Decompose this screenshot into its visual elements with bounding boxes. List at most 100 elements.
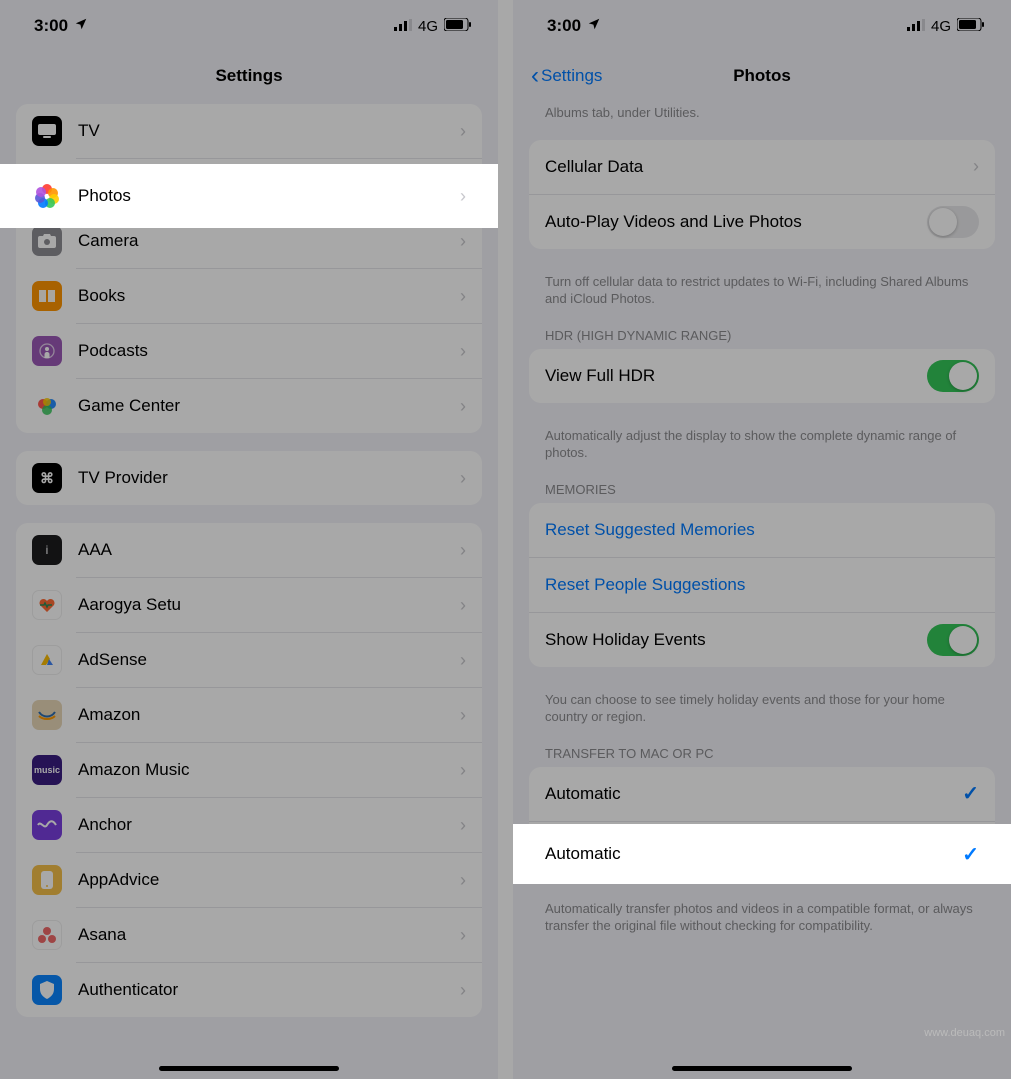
status-bar: 3:00 4G: [513, 0, 1011, 48]
settings-group-apps: i AAA › Aarogya Setu › AdSense ›: [16, 523, 482, 1017]
home-indicator[interactable]: [159, 1066, 339, 1071]
row-label: View Full HDR: [545, 366, 911, 386]
settings-row-authenticator[interactable]: Authenticator ›: [16, 963, 482, 1017]
page-title: Settings: [215, 66, 282, 86]
settings-row-tv-provider[interactable]: ⌘ TV Provider ›: [16, 451, 482, 505]
chevron-right-icon: ›: [460, 650, 466, 671]
chevron-right-icon: ›: [460, 286, 466, 307]
cellular-group: Cellular Data › Auto-Play Videos and Liv…: [529, 140, 995, 249]
row-label: Authenticator: [78, 980, 444, 1000]
row-holiday-events[interactable]: Show Holiday Events: [529, 613, 995, 667]
row-autoplay[interactable]: Auto-Play Videos and Live Photos: [529, 195, 995, 249]
home-indicator[interactable]: [672, 1066, 852, 1071]
row-label: TV: [78, 121, 444, 141]
settings-row-appadvice[interactable]: AppAdvice ›: [16, 853, 482, 907]
row-label: Camera: [78, 231, 444, 251]
chevron-right-icon: ›: [460, 760, 466, 781]
chevron-right-icon: ›: [460, 980, 466, 1001]
app-icon: [32, 645, 62, 675]
page-title: Photos: [733, 66, 791, 86]
settings-row-books[interactable]: Books ›: [16, 269, 482, 323]
back-button[interactable]: ‹ Settings: [531, 48, 602, 104]
memories-group: Reset Suggested Memories Reset People Su…: [529, 503, 995, 667]
section-header-hdr: HDR (HIGH DYNAMIC RANGE): [513, 328, 1011, 343]
settings-row-aaa[interactable]: i AAA ›: [16, 523, 482, 577]
books-icon: [32, 281, 62, 311]
status-time: 3:00: [34, 16, 68, 36]
chevron-right-icon: ›: [460, 705, 466, 726]
nav-bar: Settings: [0, 48, 498, 104]
row-label: Cellular Data: [545, 157, 957, 177]
row-cellular-data[interactable]: Cellular Data ›: [529, 140, 995, 194]
highlighted-automatic-row[interactable]: Automatic ✓: [513, 824, 1011, 884]
battery-icon: [444, 16, 472, 36]
app-icon: [32, 700, 62, 730]
section-footer: Turn off cellular data to restrict updat…: [513, 267, 1011, 308]
highlighted-photos-row[interactable]: Photos ›: [0, 164, 498, 228]
app-icon: music: [32, 755, 62, 785]
row-reset-people[interactable]: Reset People Suggestions: [529, 558, 995, 612]
section-header-memories: MEMORIES: [513, 482, 1011, 497]
network-label: 4G: [931, 18, 951, 35]
row-reset-suggested[interactable]: Reset Suggested Memories: [529, 503, 995, 557]
row-label: Books: [78, 286, 444, 306]
chevron-right-icon: ›: [460, 540, 466, 561]
section-footer: Albums tab, under Utilities.: [513, 104, 1011, 122]
row-label: Podcasts: [78, 341, 444, 361]
watermark: www.deuaq.com: [924, 1027, 1005, 1039]
settings-group-system: TV › Photos ›: [16, 104, 482, 433]
settings-row-asana[interactable]: Asana ›: [16, 908, 482, 962]
row-label: Automatic: [545, 784, 946, 804]
settings-row-anchor[interactable]: Anchor ›: [16, 798, 482, 852]
settings-row-adsense[interactable]: AdSense ›: [16, 633, 482, 687]
game-center-icon: [32, 391, 62, 421]
chevron-right-icon: ›: [460, 341, 466, 362]
tv-icon: [32, 116, 62, 146]
row-label: Asana: [78, 925, 444, 945]
battery-icon: [957, 16, 985, 36]
chevron-right-icon: ›: [460, 186, 466, 207]
nav-bar: ‹ Settings Photos: [513, 48, 1011, 104]
location-icon: [587, 16, 601, 36]
row-label: Automatic: [545, 844, 946, 864]
status-time: 3:00: [547, 16, 581, 36]
back-label: Settings: [541, 66, 602, 86]
chevron-right-icon: ›: [460, 595, 466, 616]
holiday-toggle[interactable]: [927, 624, 979, 656]
settings-row-podcasts[interactable]: Podcasts ›: [16, 324, 482, 378]
checkmark-icon: ✓: [962, 842, 979, 867]
app-icon: [32, 975, 62, 1005]
row-label: Reset Suggested Memories: [545, 520, 979, 540]
chevron-right-icon: ›: [973, 156, 979, 177]
row-label: Game Center: [78, 396, 444, 416]
right-screen: 3:00 4G ‹ Settings Photos A: [513, 0, 1011, 1079]
hdr-toggle[interactable]: [927, 360, 979, 392]
row-label: Reset People Suggestions: [545, 575, 979, 595]
chevron-right-icon: ›: [460, 815, 466, 836]
app-icon: [32, 590, 62, 620]
hdr-group: View Full HDR: [529, 349, 995, 403]
section-footer: You can choose to see timely holiday eve…: [513, 685, 1011, 726]
settings-row-aarogya[interactable]: Aarogya Setu ›: [16, 578, 482, 632]
podcasts-icon: [32, 336, 62, 366]
chevron-right-icon: ›: [460, 468, 466, 489]
row-view-full-hdr[interactable]: View Full HDR: [529, 349, 995, 403]
section-header-transfer: TRANSFER TO MAC OR PC: [513, 746, 1011, 761]
row-label: Amazon Music: [78, 760, 444, 780]
app-icon: i: [32, 535, 62, 565]
chevron-right-icon: ›: [460, 121, 466, 142]
settings-row-amazon-music[interactable]: music Amazon Music ›: [16, 743, 482, 797]
row-label: Photos: [78, 186, 444, 206]
row-automatic[interactable]: Automatic ✓: [529, 767, 995, 821]
row-label: AppAdvice: [78, 870, 444, 890]
row-label: TV Provider: [78, 468, 444, 488]
chevron-right-icon: ›: [460, 870, 466, 891]
row-label: Amazon: [78, 705, 444, 725]
chevron-left-icon: ‹: [531, 62, 539, 90]
settings-row-tv[interactable]: TV ›: [16, 104, 482, 158]
settings-row-amazon[interactable]: Amazon ›: [16, 688, 482, 742]
settings-row-game-center[interactable]: Game Center ›: [16, 379, 482, 433]
row-label: Anchor: [78, 815, 444, 835]
network-label: 4G: [418, 18, 438, 35]
autoplay-toggle[interactable]: [927, 206, 979, 238]
